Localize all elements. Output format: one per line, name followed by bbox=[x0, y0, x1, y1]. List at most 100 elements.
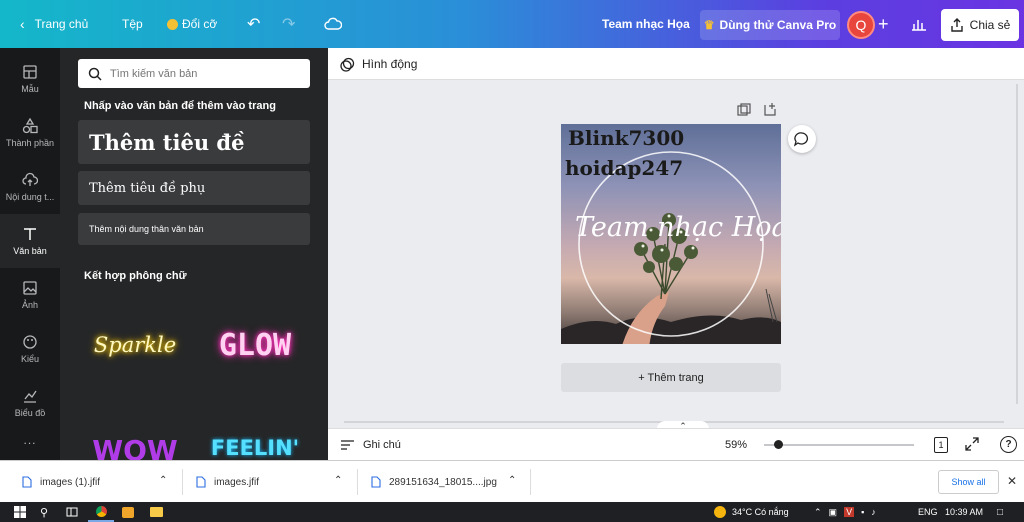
page-grid-button[interactable]: 1 bbox=[934, 437, 948, 453]
elements-icon bbox=[22, 118, 38, 134]
rail-item-photos[interactable]: Ảnh bbox=[0, 268, 60, 322]
resize-button[interactable]: Đổi cỡ bbox=[167, 0, 217, 48]
animate-label: Hình động bbox=[362, 57, 418, 71]
download-item[interactable]: images.jfif bbox=[196, 461, 259, 503]
system-tray[interactable]: ⌃ ▣ V ▪ ♪ bbox=[814, 502, 876, 522]
font-combo-sparkle[interactable]: Sparkle bbox=[80, 310, 190, 380]
downloads-bar: images (1).jfif ⌃ images.jfif ⌃ 28915163… bbox=[0, 460, 1024, 502]
canva-editor: ‹ Trang chủ Tệp Đổi cỡ ↶ ↷ Team nhạc Họa… bbox=[0, 0, 1024, 522]
font-combo-feelin[interactable]: FEELIN' bbox=[200, 436, 310, 460]
show-all-button[interactable]: Show all bbox=[938, 470, 999, 494]
rail-item-styles[interactable]: Kiểu bbox=[0, 322, 60, 376]
search-icon[interactable]: ⚲ bbox=[40, 502, 48, 522]
notifications-icon[interactable]: □ bbox=[997, 502, 1003, 522]
chrome-taskbar-icon[interactable] bbox=[88, 502, 114, 522]
file-explorer-icon[interactable] bbox=[150, 502, 163, 522]
chevron-up-icon[interactable]: ⌃ bbox=[508, 475, 516, 486]
rail-item-text[interactable]: Văn bản bbox=[0, 214, 60, 268]
download-filename: 289151634_18015....jpg bbox=[389, 476, 497, 488]
insights-icon[interactable] bbox=[912, 0, 928, 48]
add-body-text-button[interactable]: Thêm nội dung thân văn bản bbox=[78, 213, 310, 245]
gift-icon: ▪ bbox=[861, 507, 865, 517]
home-button[interactable]: ‹ Trang chủ bbox=[20, 0, 88, 48]
file-icon bbox=[196, 476, 206, 488]
close-icon[interactable]: ✕ bbox=[1007, 474, 1017, 488]
animate-icon bbox=[340, 57, 355, 72]
search-box[interactable] bbox=[78, 59, 310, 88]
divider bbox=[357, 469, 358, 495]
divider bbox=[530, 469, 531, 495]
design-script-title[interactable]: Team nhạc Họa bbox=[575, 212, 781, 243]
cloud-sync-icon[interactable] bbox=[324, 0, 342, 48]
zoom-level[interactable]: 59% bbox=[725, 429, 747, 461]
file-menu-button[interactable]: Tệp bbox=[122, 0, 143, 48]
redo-icon[interactable]: ↷ bbox=[282, 0, 295, 48]
share-label: Chia sẻ bbox=[969, 18, 1011, 32]
panel-hint: Nhấp vào văn bản để thêm vào trang bbox=[84, 100, 276, 112]
top-bar: ‹ Trang chủ Tệp Đổi cỡ ↶ ↷ Team nhạc Họa… bbox=[0, 0, 1024, 48]
network-icon: ▣ bbox=[828, 506, 838, 517]
share-button[interactable]: Chia sẻ bbox=[941, 9, 1019, 41]
font-combo-wow[interactable]: WOW bbox=[80, 434, 190, 460]
windows-taskbar: ⚲ 34°C Có nắng ⌃ ▣ V ▪ ♪ ENG 10:39 AM □ bbox=[0, 502, 1024, 522]
media-player-icon[interactable] bbox=[122, 502, 134, 522]
add-subheading-button[interactable]: Thêm tiêu đề phụ bbox=[78, 171, 310, 205]
search-input[interactable] bbox=[110, 67, 300, 80]
download-filename: images (1).jfif bbox=[40, 476, 101, 488]
chevron-left-icon: ‹ bbox=[20, 16, 25, 32]
text-panel: Nhấp vào văn bản để thêm vào trang Thêm … bbox=[60, 48, 328, 460]
notes-label: Ghi chú bbox=[363, 439, 401, 451]
design-text-line2[interactable]: hoidap247 bbox=[565, 156, 683, 180]
rail-label: Nội dung t... bbox=[5, 192, 55, 202]
rail-item-uploads[interactable]: Nội dung t... bbox=[0, 160, 60, 214]
add-page-icon[interactable] bbox=[763, 102, 777, 121]
search-icon bbox=[88, 67, 102, 81]
file-icon bbox=[22, 476, 32, 488]
rail-label: Ảnh bbox=[21, 300, 38, 310]
weather-widget[interactable]: 34°C Có nắng bbox=[714, 502, 789, 522]
download-item[interactable]: 289151634_18015....jpg bbox=[371, 461, 497, 503]
fullscreen-icon[interactable] bbox=[964, 436, 980, 455]
try-pro-button[interactable]: ♛ Dùng thử Canva Pro bbox=[700, 10, 840, 40]
zoom-slider-thumb[interactable] bbox=[773, 440, 783, 449]
try-pro-label: Dùng thử Canva Pro bbox=[719, 18, 837, 32]
crown-icon bbox=[167, 18, 178, 30]
rail-item-elements[interactable]: Thành phần bbox=[0, 106, 60, 160]
resize-label: Đổi cỡ bbox=[182, 17, 218, 31]
avatar[interactable]: Q bbox=[847, 11, 875, 39]
notes-button[interactable]: Ghi chú bbox=[340, 429, 401, 461]
windows-start-icon[interactable] bbox=[14, 502, 26, 522]
font-combo-glow[interactable]: GLOW bbox=[200, 310, 310, 380]
help-icon[interactable]: ? bbox=[1000, 436, 1017, 453]
language-indicator[interactable]: ENG bbox=[918, 502, 938, 522]
rail-item-templates[interactable]: Mẫu bbox=[0, 52, 60, 106]
bottom-bar: Ghi chú 59% 1 ? bbox=[328, 428, 1024, 460]
home-label: Trang chủ bbox=[34, 17, 89, 31]
clock[interactable]: 10:39 AM bbox=[945, 502, 983, 522]
duplicate-page-icon[interactable] bbox=[737, 103, 751, 122]
vertical-scrollbar[interactable] bbox=[1014, 84, 1020, 410]
project-title[interactable]: Team nhạc Họa bbox=[602, 0, 690, 48]
chevron-up-icon[interactable]: ⌃ bbox=[334, 475, 342, 486]
weather-text: 34°C Có nắng bbox=[732, 507, 789, 517]
animate-button[interactable]: Hình động bbox=[340, 48, 417, 80]
rail-label: Mẫu bbox=[21, 84, 39, 94]
download-item[interactable]: images (1).jfif bbox=[22, 461, 100, 503]
rail-item-more[interactable]: ... bbox=[0, 420, 60, 460]
add-page-button[interactable]: + Thêm trang bbox=[561, 363, 781, 392]
add-member-icon[interactable]: + bbox=[878, 0, 889, 48]
design-text-line1[interactable]: Blink7300 bbox=[568, 126, 684, 150]
rail-label: Biểu đồ bbox=[14, 408, 46, 418]
more-icon: ... bbox=[23, 433, 37, 447]
undo-icon[interactable]: ↶ bbox=[247, 0, 260, 48]
design-page[interactable]: Blink7300 hoidap247 Team nhạc Họa bbox=[561, 124, 781, 344]
comment-icon[interactable] bbox=[788, 125, 816, 153]
zoom-slider[interactable] bbox=[764, 440, 914, 449]
chevron-up-icon[interactable]: ⌃ bbox=[159, 475, 167, 486]
left-rail: Mẫu Thành phần Nội dung t... Văn bản Ảnh… bbox=[0, 48, 60, 460]
task-view-icon[interactable] bbox=[66, 502, 78, 522]
add-heading-button[interactable]: Thêm tiêu đề bbox=[78, 120, 310, 164]
sun-icon bbox=[714, 506, 726, 518]
rail-label: Văn bản bbox=[13, 246, 47, 256]
download-filename: images.jfif bbox=[214, 476, 260, 488]
